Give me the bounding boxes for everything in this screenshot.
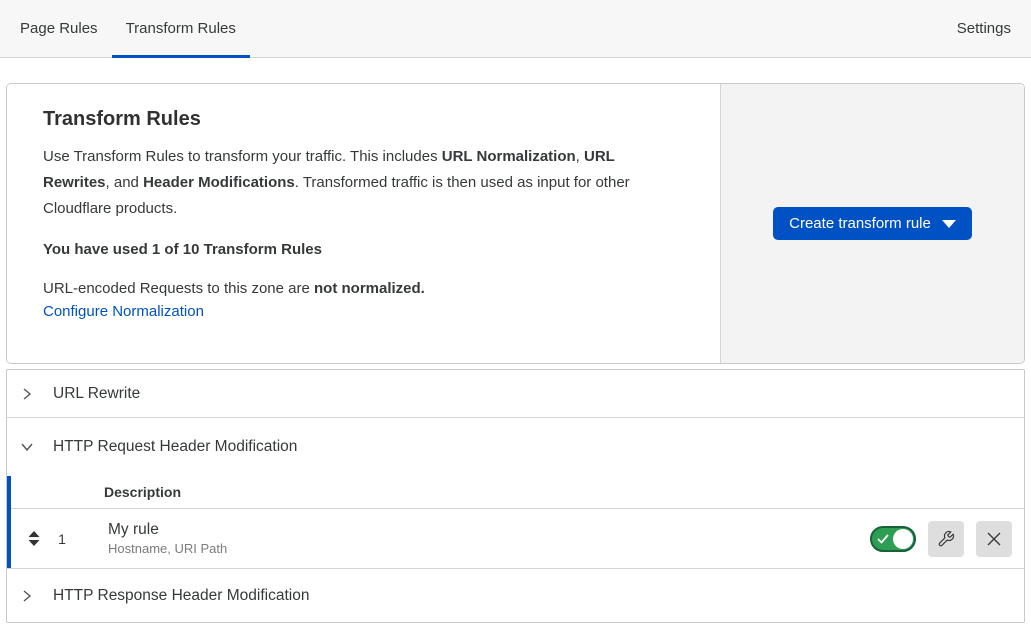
accordion-label: HTTP Response Header Modification [53, 587, 309, 605]
usage-count-text: You have used 1 of 10 Transform Rules [43, 241, 684, 258]
chevron-down-icon [19, 439, 35, 455]
normalization-status-text: URL-encoded Requests to this zone are no… [43, 280, 684, 297]
rule-enabled-toggle[interactable] [870, 526, 916, 552]
create-button-label: Create transform rule [789, 215, 931, 232]
description-text: , and [106, 174, 144, 191]
delete-rule-button[interactable] [976, 521, 1012, 557]
column-header-description: Description [104, 484, 181, 500]
description-text: , [576, 148, 584, 165]
toggle-knob [893, 529, 913, 549]
chevron-right-icon [19, 588, 35, 604]
section-http-response-header-modification: HTTP Response Header Modification [7, 568, 1024, 622]
rule-fields-summary: Hostname, URI Path [108, 540, 227, 558]
rules-table: Description 1 My rule Hostname, URI Path [7, 476, 1024, 568]
accordion-header-url-rewrite[interactable]: URL Rewrite [7, 370, 1024, 417]
card-main-content: Transform Rules Use Transform Rules to t… [7, 84, 720, 363]
caret-down-icon [942, 220, 956, 228]
x-icon [986, 531, 1002, 547]
configure-normalization-link[interactable]: Configure Normalization [43, 303, 204, 320]
accordion-label: URL Rewrite [53, 385, 140, 403]
rule-type-accordion-list: URL Rewrite HTTP Request Header Modifica… [6, 369, 1025, 623]
tab-transform-rules-label: Transform Rules [126, 20, 236, 37]
sort-handle-icon[interactable] [21, 531, 47, 546]
page-title: Transform Rules [43, 108, 684, 131]
rule-order-number: 1 [47, 531, 77, 547]
rule-row-controls [870, 521, 1012, 557]
edit-rule-button[interactable] [928, 521, 964, 557]
table-header-row: Description [11, 476, 1024, 509]
accordion-header-http-response[interactable]: HTTP Response Header Modification [7, 569, 1024, 622]
tab-page-rules-label: Page Rules [20, 20, 98, 37]
normalization-bold: not normalized. [314, 280, 425, 297]
create-transform-rule-button[interactable]: Create transform rule [773, 207, 972, 240]
card-description: Use Transform Rules to transform your tr… [43, 144, 684, 221]
top-tab-bar: Page Rules Transform Rules Settings [0, 0, 1031, 58]
accordion-label: HTTP Request Header Modification [53, 438, 297, 456]
normalization-prefix: URL-encoded Requests to this zone are [43, 280, 314, 297]
card-side-panel: Create transform rule [720, 84, 1024, 363]
rule-name: My rule [108, 519, 227, 541]
tab-transform-rules[interactable]: Transform Rules [112, 0, 250, 57]
settings-label: Settings [957, 20, 1011, 37]
chevron-right-icon [19, 386, 35, 402]
section-http-request-header-modification: HTTP Request Header Modification Descrip… [7, 417, 1024, 568]
accordion-header-http-request[interactable]: HTTP Request Header Modification [7, 418, 1024, 476]
description-bold-url-normalization: URL Normalization [442, 148, 576, 165]
description-bold-header-modifications: Header Modifications [143, 174, 295, 191]
page-content: Transform Rules Use Transform Rules to t… [0, 58, 1031, 623]
settings-link[interactable]: Settings [957, 0, 1031, 57]
checkmark-icon [877, 533, 889, 545]
tab-page-rules[interactable]: Page Rules [6, 0, 112, 57]
description-text: Use Transform Rules to transform your tr… [43, 148, 442, 165]
table-row: 1 My rule Hostname, URI Path [11, 509, 1024, 568]
rule-description-cell: My rule Hostname, URI Path [108, 519, 227, 559]
wrench-icon [937, 530, 955, 548]
transform-rules-card: Transform Rules Use Transform Rules to t… [6, 83, 1025, 364]
section-url-rewrite: URL Rewrite [7, 370, 1024, 417]
